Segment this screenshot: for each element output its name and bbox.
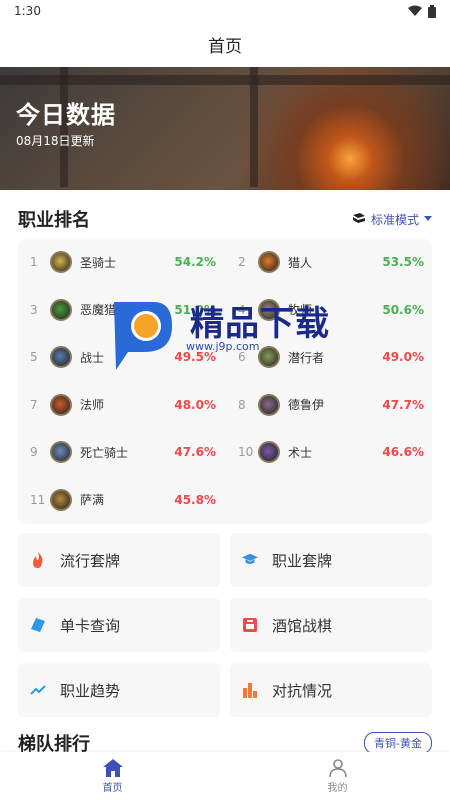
class-icon	[258, 393, 280, 416]
class-name: 圣骑士	[80, 255, 117, 270]
profile-icon	[328, 758, 347, 777]
watermark: 精品下载 www.j9p.com	[90, 288, 360, 370]
class-icon	[50, 346, 72, 368]
status-time: 1:30	[14, 4, 41, 18]
win-rate: 50.6%	[382, 302, 424, 317]
fire-icon	[30, 552, 46, 568]
class-icon	[258, 441, 280, 463]
nav-profile[interactable]: 我的	[225, 752, 450, 800]
class-rank-item[interactable]: 7 法师 48.0%	[20, 392, 216, 418]
tile-label: 酒馆战棋	[272, 616, 333, 635]
class-name: 法师	[80, 398, 105, 412]
rank-number: 2	[238, 255, 246, 269]
win-rate: 54.2%	[174, 255, 216, 269]
app-bar: 首页	[0, 22, 450, 67]
class-name: 德鲁伊	[288, 398, 325, 412]
rank-number: 7	[30, 397, 38, 412]
class-ranking-card: 1 圣骑士 54.2% 2 猎人 53.5% 3 恶魔猎手 51.0% 4 牧师 50.6% 5 战士 49…	[18, 239, 432, 524]
graduation-cap-icon	[242, 552, 258, 568]
home-icon	[102, 758, 123, 777]
win-rate: 47.7%	[382, 397, 424, 412]
class-rank-item[interactable]: 9 死亡骑士 47.6%	[20, 439, 216, 465]
win-rate: 45.8%	[174, 492, 216, 507]
rank-number: 8	[238, 397, 246, 412]
battery-icon	[428, 4, 436, 18]
nav-profile-label: 我的	[327, 782, 348, 794]
wifi-icon	[408, 5, 422, 16]
tile-trend[interactable]: 职业趋势	[18, 663, 220, 717]
card-icon	[30, 617, 46, 633]
nav-home-label: 首页	[102, 782, 123, 794]
chevron-down-icon	[424, 216, 432, 221]
watermark-text: 精品下载	[190, 304, 330, 344]
class-icon	[50, 251, 72, 273]
win-rate: 53.5%	[382, 255, 424, 269]
tavern-icon	[242, 617, 258, 633]
tile-label: 单卡查询	[60, 616, 121, 635]
class-ranking-title: 职业排名	[18, 210, 90, 231]
banner[interactable]: 今日数据 08月18日更新	[0, 67, 450, 190]
win-rate: 46.6%	[382, 445, 424, 459]
tile-graduation-cap[interactable]: 职业套牌	[230, 533, 432, 587]
win-rate: 48.0%	[174, 397, 216, 412]
rank-number: 3	[30, 302, 38, 317]
tile-fire[interactable]: 流行套牌	[18, 533, 220, 587]
tile-label: 流行套牌	[60, 551, 121, 570]
class-rank-item[interactable]: 1 圣骑士 54.2%	[20, 249, 216, 275]
class-rank-item[interactable]: 10 术士 46.6%	[228, 439, 424, 465]
class-name: 术士	[288, 445, 313, 460]
rank-number: 9	[30, 445, 38, 459]
class-icon	[50, 441, 72, 463]
bar-chart-icon	[242, 682, 258, 698]
rank-number: 11	[30, 492, 46, 507]
rank-number: 1	[30, 255, 38, 269]
class-name: 猎人	[288, 255, 313, 270]
tile-card[interactable]: 单卡查询	[18, 598, 220, 652]
watermark-logo-icon	[114, 302, 172, 370]
class-rank-item[interactable]: 8 德鲁伊 47.7%	[228, 392, 424, 418]
class-icon	[50, 298, 72, 321]
mode-label: 标准模式	[370, 212, 419, 227]
watermark-url: www.j9p.com	[186, 340, 260, 353]
bottom-nav: 首页 我的	[0, 752, 450, 800]
class-name: 死亡骑士	[80, 445, 129, 460]
page-title: 首页	[208, 37, 242, 57]
mode-selector[interactable]: 标准模式	[352, 211, 432, 228]
ladder-tier-selector[interactable]: 青铜-黄金	[364, 732, 432, 754]
banner-decoration	[250, 67, 258, 187]
class-rank-item[interactable]: 11 萨满 45.8%	[20, 487, 216, 513]
class-icon	[50, 393, 72, 416]
tile-label: 职业趋势	[60, 681, 121, 700]
win-rate: 47.6%	[174, 445, 216, 459]
class-name: 萨满	[80, 493, 105, 507]
tile-bar-chart[interactable]: 对抗情况	[230, 663, 432, 717]
trend-icon	[30, 682, 46, 698]
class-icon	[258, 251, 280, 273]
rank-number: 5	[30, 350, 38, 364]
class-rank-item[interactable]: 2 猎人 53.5%	[228, 249, 424, 275]
book-icon	[352, 213, 365, 223]
tile-label: 对抗情况	[272, 681, 333, 700]
class-icon	[50, 488, 72, 511]
tile-label: 职业套牌	[272, 551, 333, 570]
status-icons	[408, 4, 436, 18]
nav-home[interactable]: 首页	[0, 752, 225, 800]
tile-tavern[interactable]: 酒馆战棋	[230, 598, 432, 652]
banner-subtitle: 08月18日更新	[16, 134, 95, 148]
win-rate: 49.0%	[382, 350, 424, 364]
status-bar: 1:30	[0, 0, 450, 22]
rank-number: 10	[238, 445, 254, 459]
banner-title: 今日数据	[16, 101, 116, 129]
class-ranking-header: 职业排名 标准模式	[18, 206, 432, 232]
